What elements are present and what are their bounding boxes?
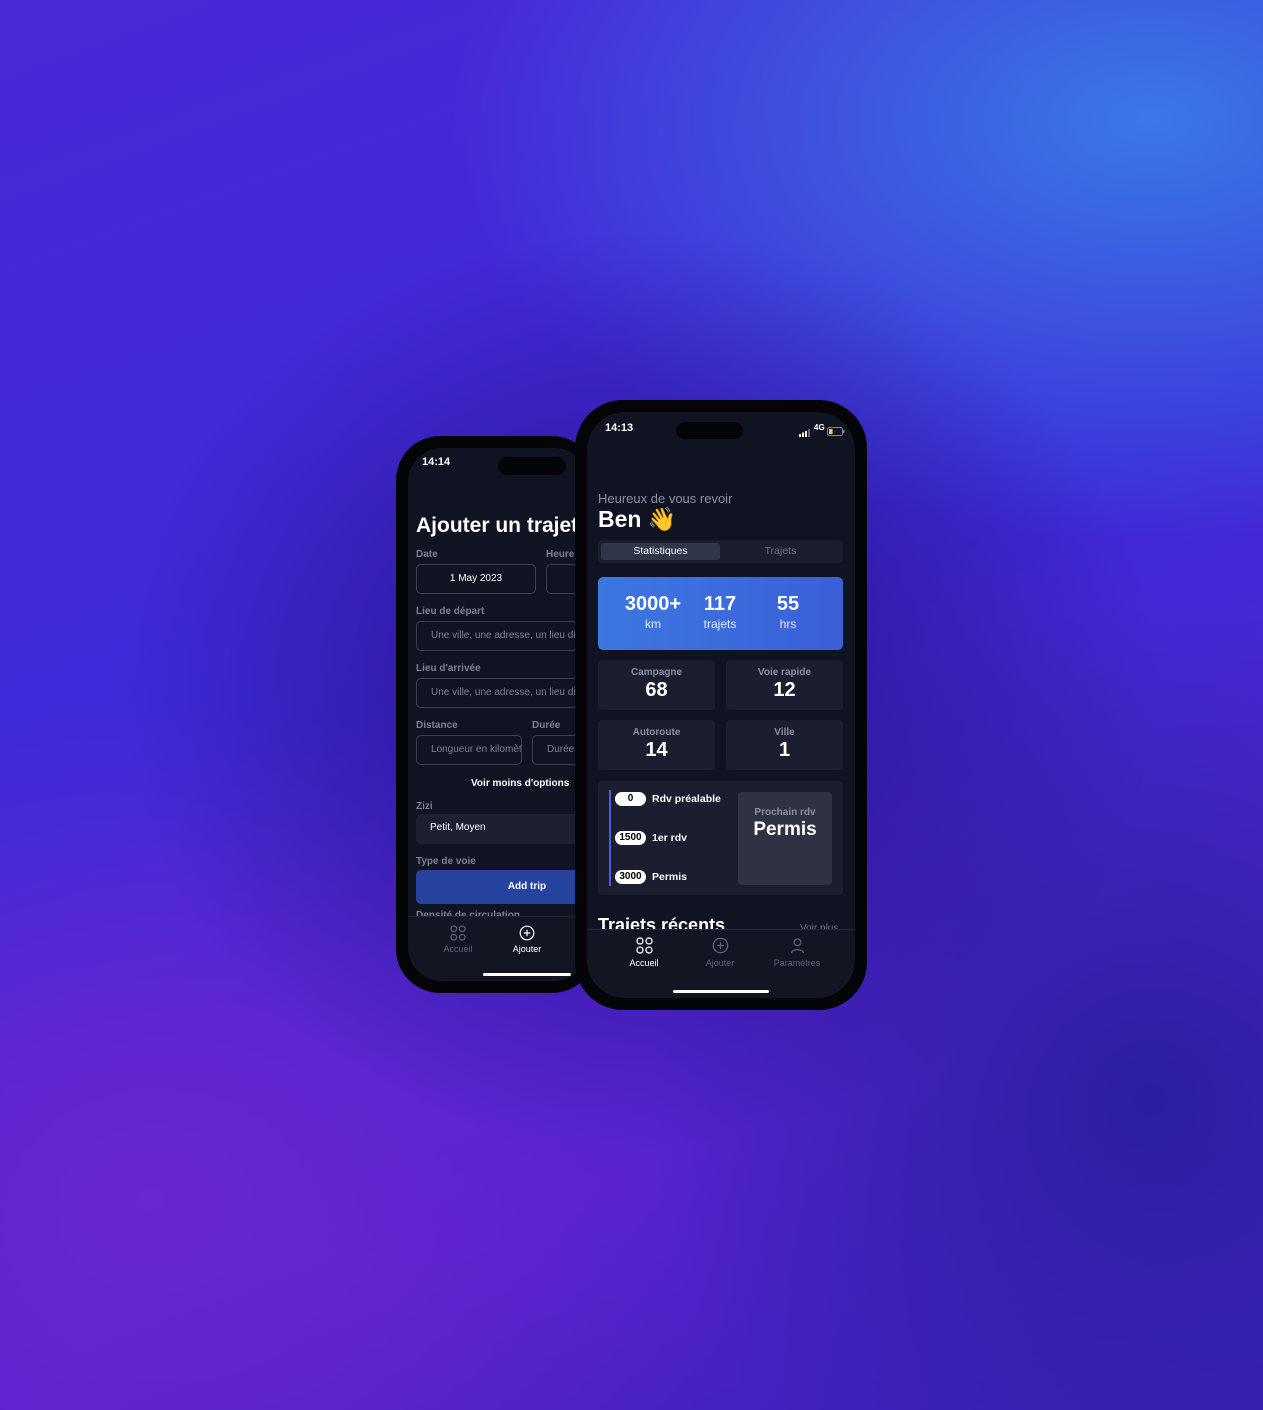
add-trip-button[interactable]: Add trip [416,870,588,904]
nav-ajouter-label: Ajouter [705,958,735,968]
summary-trips-value: 117 [703,593,737,615]
date-label: Date [416,549,438,560]
summary-hours-unit: hrs [779,617,797,631]
next-rdv-label: Prochain rdv [754,807,816,818]
user-name: Ben 👋 [598,506,677,532]
stat-card-label: Autoroute [632,727,681,738]
bottom-nav: Accueil Ajouter Paramètres [587,929,855,998]
heure-label: Heure [546,549,575,560]
options-toggle-link[interactable]: Voir moins d'options [471,778,569,789]
stat-card-autoroute: Autoroute 14 [598,720,715,770]
depart-field[interactable]: Une ville, une adresse, un lieu dit [416,621,588,651]
arrivee-field[interactable]: Une ville, une adresse, un lieu dit [416,678,588,708]
status-time: 14:13 [605,422,634,434]
stat-card-value: 1 [778,739,791,761]
summary-km: 3000+ km [610,593,696,631]
user-icon [790,938,804,954]
nav-parametres-label: Paramètres [773,958,821,968]
dashboard-phone: 14:13 4G Heureux de vous revoir Ben 👋 St… [575,400,867,1010]
status-time: 14:14 [422,456,451,468]
nav-ajouter-label: Ajouter [512,944,542,954]
add-trip-button-label: Add trip [507,881,547,892]
greeting-text: Heureux de vous revoir [598,491,733,506]
plus-circle-icon [519,925,535,941]
milestone-km-badge: 0 [615,792,646,806]
home-indicator [483,973,571,976]
stat-card-label: Campagne [630,667,683,678]
next-rdv-value: Permis [753,819,817,840]
grid-icon [635,937,653,954]
distance-label: Distance [416,720,458,731]
depart-label: Lieu de départ [416,606,485,617]
summary-hours-value: 55 [776,593,800,615]
stat-card-value: 14 [645,739,668,761]
nav-accueil-label: Accueil [629,958,659,968]
milestone-label: Rdv préalable [652,793,721,805]
zizi-label: Zizi [416,801,433,812]
nav-accueil[interactable]: Accueil [619,937,669,968]
nav-accueil-label: Accueil [443,944,473,954]
stat-card-voie-rapide: Voie rapide 12 [726,660,843,710]
duree-label: Durée [532,720,561,731]
nav-accueil[interactable]: Accueil [433,925,483,954]
summary-trips: 117 trajets [688,593,752,631]
home-indicator [673,990,769,993]
stat-card-label: Voie rapide [757,667,812,678]
dynamic-island [498,457,566,475]
distance-field[interactable]: Longueur en kilomètres [416,735,522,765]
date-field[interactable]: 1 May 2023 [416,564,536,594]
plus-circle-icon [712,937,728,954]
milestone-km-badge: 3000 [615,870,646,884]
dashboard-screen: 14:13 4G Heureux de vous revoir Ben 👋 St… [587,412,855,998]
milestone-km-badge: 1500 [615,831,646,845]
network-label: 4G [814,423,825,432]
tab-statistiques[interactable]: Statistiques [601,543,720,560]
bottom-nav: Accueil Ajouter [408,916,588,981]
milestone-label: 1er rdv [652,832,688,844]
next-rdv-card: Prochain rdv Permis [738,792,832,885]
type-voie-label: Type de voie [416,856,476,867]
zizi-select[interactable]: Petit, Moyen [416,814,588,844]
milestones-progress-line [609,790,611,886]
dynamic-island [676,422,743,439]
nav-ajouter[interactable]: Ajouter [502,925,552,954]
grid-icon [450,925,466,941]
add-trip-screen: 14:14 Ajouter un trajet Date Heure 1 May… [408,448,588,981]
summary-hours: 55 hrs [756,593,820,631]
stat-card-ville: Ville 1 [726,720,843,770]
arrivee-label: Lieu d'arrivée [416,663,481,674]
nav-ajouter[interactable]: Ajouter [695,937,745,968]
page-title: Ajouter un trajet [416,514,579,537]
summary-km-value: 3000+ [624,593,682,615]
nav-parametres[interactable]: Paramètres [764,937,830,968]
milestone-label: Permis [652,871,688,883]
milestones-card: 0 Rdv préalable 1500 1er rdv 3000 Permis… [598,781,843,895]
segmented-control: Statistiques Trajets [598,540,843,563]
signal-icon [799,424,811,442]
stat-card-campagne: Campagne 68 [598,660,715,710]
summary-card: 3000+ km 117 trajets 55 hrs [598,577,843,650]
battery-icon [827,423,845,441]
tab-trajets[interactable]: Trajets [721,543,840,560]
stat-card-value: 12 [773,679,796,701]
add-trip-phone: 14:14 Ajouter un trajet Date Heure 1 May… [396,436,596,993]
stat-card-label: Ville [774,727,795,738]
summary-trips-unit: trajets [703,617,737,631]
stat-card-value: 68 [645,679,668,701]
summary-km-unit: km [645,617,661,631]
